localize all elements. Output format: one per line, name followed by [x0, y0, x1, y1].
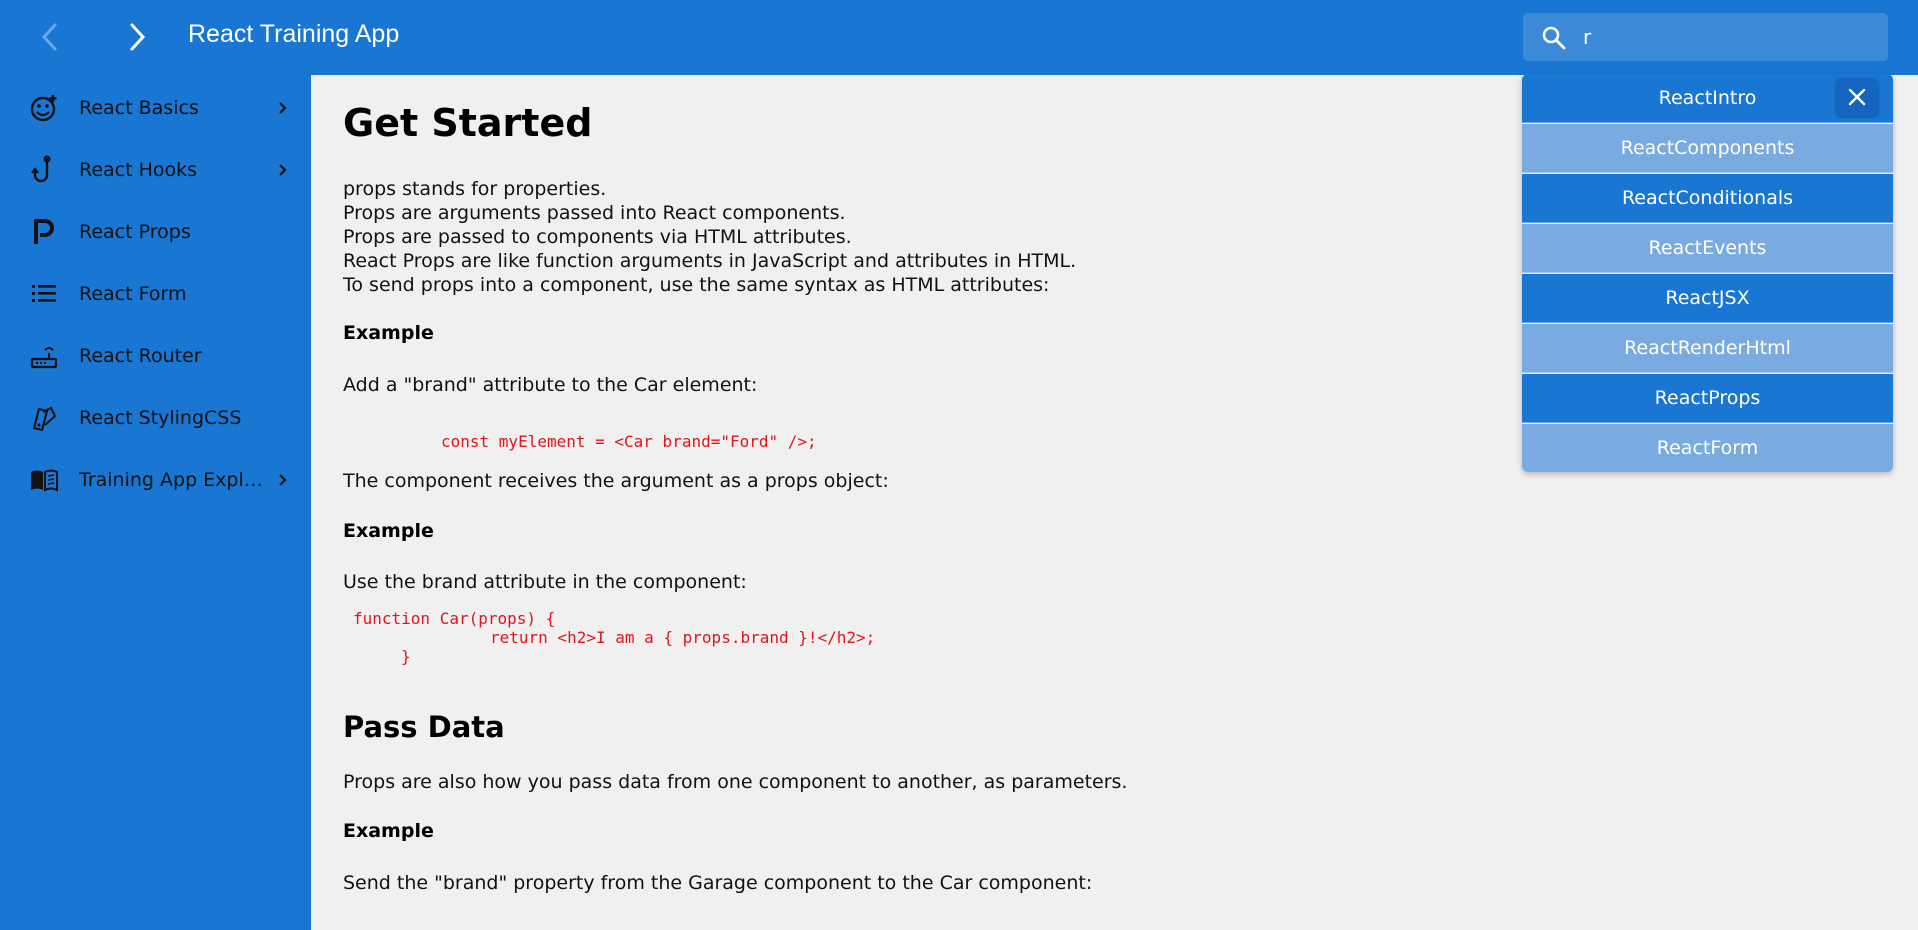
chevron-right-icon — [279, 164, 287, 176]
search-result-item[interactable]: ReactComponents — [1522, 124, 1893, 173]
section-title: Pass Data — [343, 710, 505, 744]
search-result-item[interactable]: ReactRenderHtml — [1522, 324, 1893, 373]
example-description: Send the "brand" property from the Garag… — [343, 872, 1093, 894]
search-result-item[interactable]: ReactConditionals — [1522, 174, 1893, 223]
sidebar-item-label: Training App Expla… — [79, 469, 269, 491]
page-title: Get Started — [343, 101, 593, 145]
search-result-item[interactable]: ReactForm — [1522, 424, 1893, 472]
example-heading: Example — [343, 322, 434, 344]
book-icon — [29, 465, 59, 495]
paragraph: Props are also how you pass data from on… — [343, 771, 1128, 793]
search-box[interactable] — [1523, 13, 1888, 61]
search-icon — [1542, 26, 1566, 50]
intro-line: React Props are like function arguments … — [343, 250, 1077, 272]
p-letter-icon — [29, 217, 59, 247]
sidebar-item-label: React Router — [79, 345, 202, 367]
code-line: return <h2>I am a { props.brand }!</h2>; — [490, 628, 876, 647]
search-result-item[interactable]: ReactProps — [1522, 374, 1893, 423]
app-header: React Training App — [0, 0, 1918, 75]
close-icon — [1848, 88, 1866, 106]
sidebar-item-label: React Hooks — [79, 159, 198, 181]
sidebar-item-react-basics[interactable]: React Basics — [0, 81, 311, 135]
sidebar: React Basics React Hooks React Props Rea… — [0, 75, 311, 930]
intro-line: To send props into a component, use the … — [343, 274, 1050, 296]
paragraph: The component receives the argument as a… — [343, 470, 889, 492]
example-description: Add a "brand" attribute to the Car eleme… — [343, 374, 758, 396]
example-description: Use the brand attribute in the component… — [343, 571, 747, 593]
code-line: function Car(props) { — [353, 609, 556, 628]
intro-line: Props are passed to components via HTML … — [343, 226, 852, 248]
forward-button[interactable] — [117, 17, 157, 57]
sidebar-item-label: React Basics — [79, 97, 199, 119]
close-dropdown-button[interactable] — [1836, 78, 1878, 116]
sidebar-item-react-props[interactable]: React Props — [0, 205, 311, 259]
sidebar-item-label: React Form — [79, 283, 187, 305]
router-icon — [29, 341, 59, 371]
back-button[interactable] — [30, 17, 70, 57]
search-result-item[interactable]: ReactJSX — [1522, 274, 1893, 323]
search-input[interactable] — [1583, 22, 1873, 52]
code-line: } — [401, 647, 411, 666]
chevron-right-icon — [130, 23, 146, 51]
app-title: React Training App — [188, 20, 400, 48]
intro-line: Props are arguments passed into React co… — [343, 202, 846, 224]
sidebar-item-label: React StylingCSS — [79, 407, 242, 429]
sidebar-item-react-router[interactable]: React Router — [0, 329, 311, 383]
sidebar-item-react-hooks[interactable]: React Hooks — [0, 143, 311, 197]
chevron-right-icon — [279, 102, 287, 114]
chevron-left-icon — [41, 23, 57, 51]
search-results-dropdown: ReactIntro ReactComponents ReactConditio… — [1522, 74, 1893, 472]
sidebar-item-react-stylingcss[interactable]: React StylingCSS — [0, 391, 311, 445]
example-heading: Example — [343, 520, 434, 542]
example-heading: Example — [343, 820, 434, 842]
sidebar-item-label: React Props — [79, 221, 191, 243]
hook-icon — [29, 155, 59, 185]
code-snippet: const myElement = <Car brand="Ford" />; — [441, 432, 817, 451]
list-icon — [29, 279, 59, 309]
sidebar-item-react-form[interactable]: React Form — [0, 267, 311, 321]
chevron-right-icon — [279, 474, 287, 486]
smile-plus-icon — [29, 93, 59, 123]
sidebar-item-training-app-explanation[interactable]: Training App Expla… — [0, 453, 311, 507]
search-result-item[interactable]: ReactEvents — [1522, 224, 1893, 273]
intro-line: props stands for properties. — [343, 178, 607, 200]
swatch-icon — [29, 403, 59, 433]
